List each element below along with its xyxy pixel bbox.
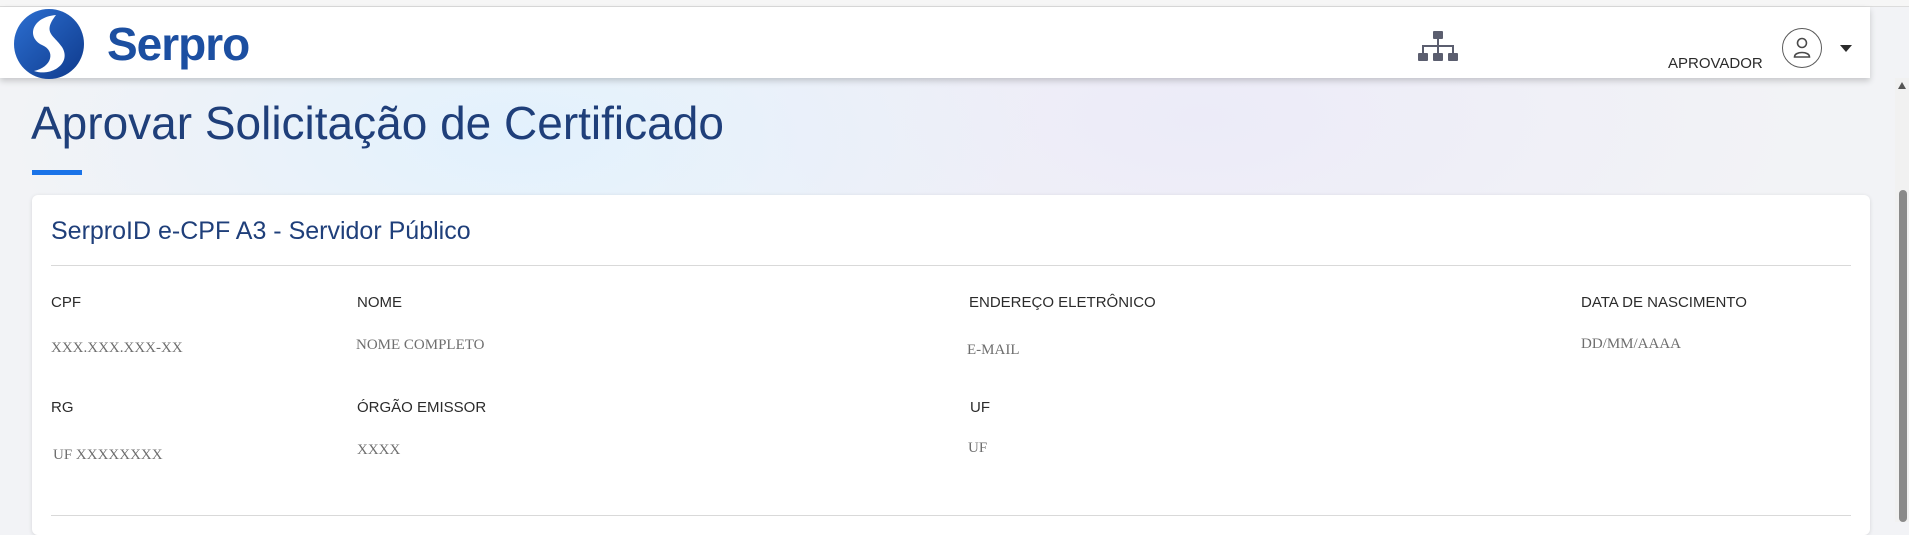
caret-down-icon[interactable] — [1840, 45, 1852, 52]
uf-label: UF — [970, 399, 990, 416]
scrollbar-thumb[interactable] — [1899, 190, 1907, 522]
app-header: Serpro APROVADOR — [0, 7, 1870, 79]
card-title: SerproID e-CPF A3 - Servidor Público — [51, 217, 471, 245]
nome-label: NOME — [357, 294, 402, 311]
orgao-value: XXXX — [357, 442, 401, 458]
uf-value: UF — [968, 440, 988, 456]
email-label: ENDEREÇO ELETRÔNICO — [969, 294, 1156, 311]
nascimento-value: DD/MM/AAAA — [1581, 336, 1682, 352]
scroll-up-arrow-icon[interactable] — [1898, 82, 1906, 89]
cpf-value: XXX.XXX.XXX-XX — [51, 340, 183, 356]
sitemap-icon — [1418, 31, 1458, 61]
rg-label: RG — [51, 399, 74, 416]
brand-name: Serpro — [107, 18, 250, 70]
title-underline — [32, 170, 82, 175]
serpro-logo-icon — [14, 9, 84, 79]
user-role: APROVADOR — [1668, 55, 1763, 72]
user-icon — [1793, 37, 1811, 58]
card-divider-bottom — [51, 515, 1851, 516]
rg-value: UF XXXXXXXX — [53, 447, 163, 463]
nome-value: NOME COMPLETO — [356, 337, 485, 353]
page-title: Aprovar Solicitação de Certificado — [31, 97, 724, 149]
card-divider — [51, 265, 1851, 266]
serpro-logo[interactable]: Serpro — [12, 7, 250, 79]
certificate-card: SerproID e-CPF A3 - Servidor Público CPF… — [32, 195, 1870, 535]
cpf-label: CPF — [51, 294, 81, 311]
nascimento-label: DATA DE NASCIMENTO — [1581, 294, 1747, 311]
user-avatar-button[interactable] — [1782, 28, 1822, 68]
window-top-border — [0, 0, 1909, 7]
email-value: E-MAIL — [967, 342, 1020, 358]
sitemap-button[interactable] — [1416, 29, 1460, 67]
orgao-label: ÓRGÃO EMISSOR — [357, 399, 487, 416]
